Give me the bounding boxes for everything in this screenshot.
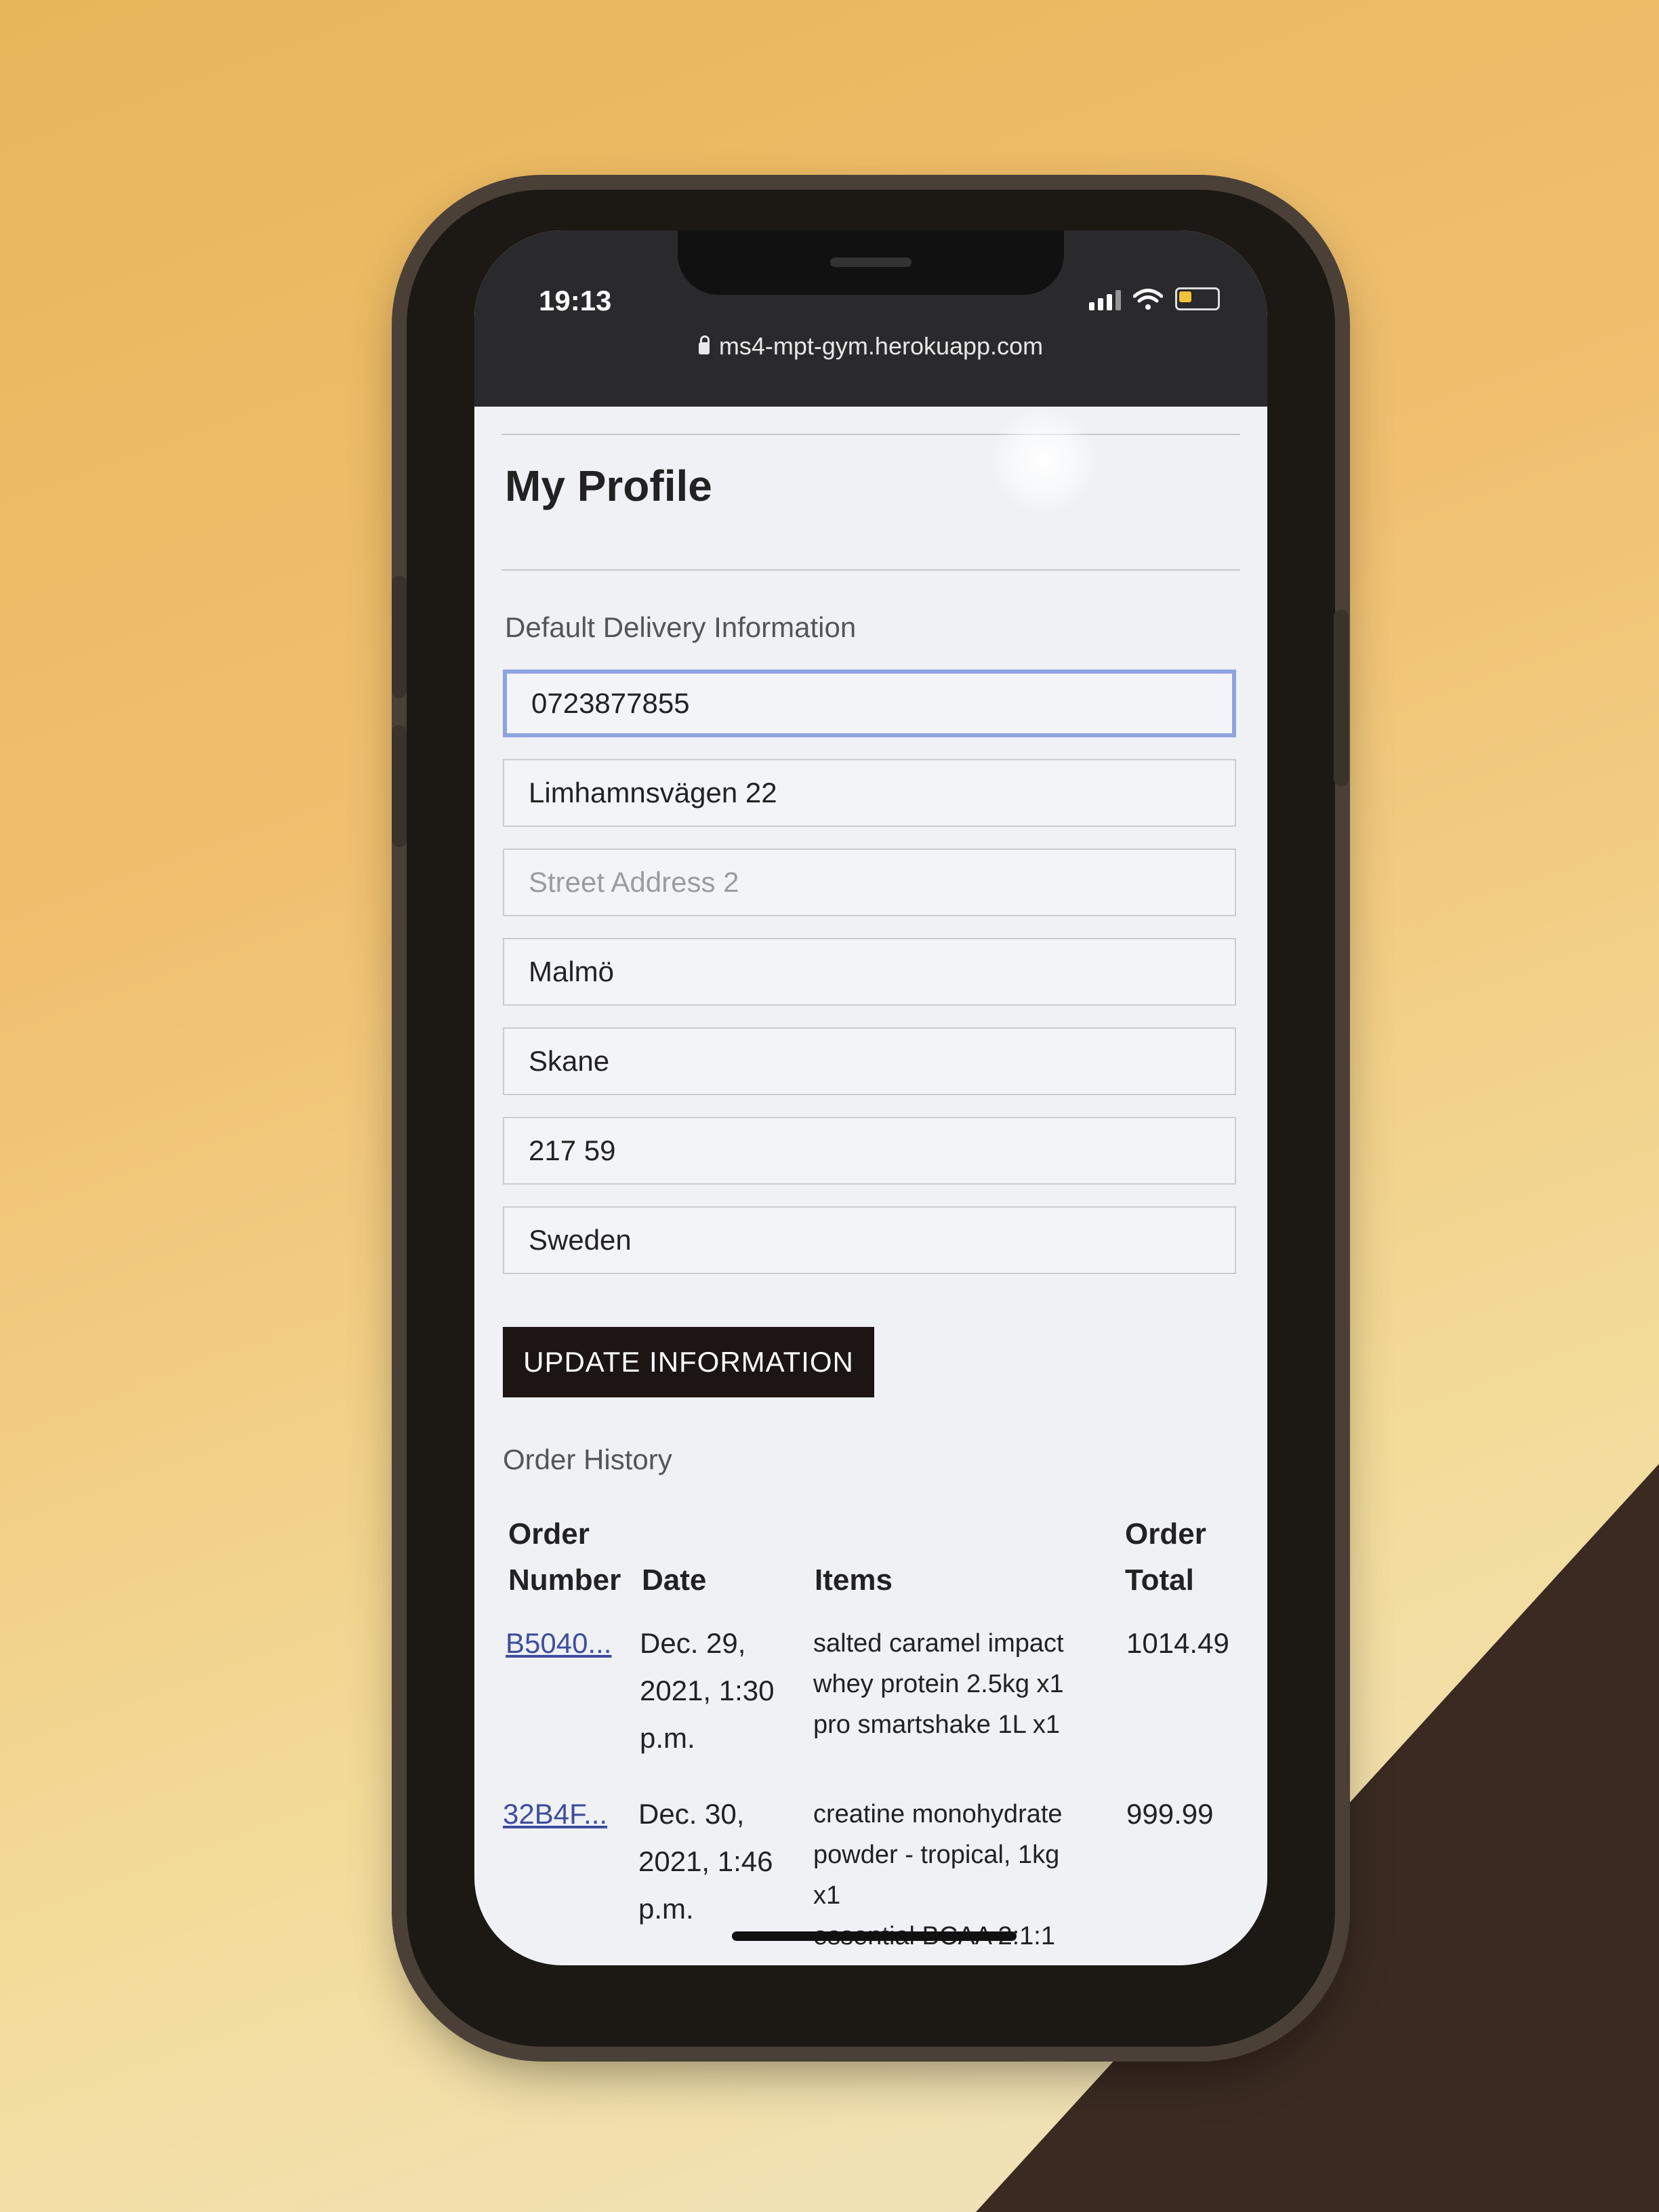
status-icons [1089,287,1220,310]
divider [501,434,1240,435]
order-item-line: pro smartshake 1L x1 [813,1711,1060,1739]
header-order-number-2: Number [508,1563,621,1597]
signal-icon [1089,290,1121,310]
county-field[interactable] [503,1027,1236,1095]
battery-icon [1175,287,1220,310]
street-address-2-field[interactable] [503,848,1236,916]
browser-status-bar: 19:13 ms4-mpt-gym.herokuapp.com [474,230,1267,407]
divider [501,569,1240,571]
header-order-total-1: Order [1125,1517,1206,1551]
phone-side-button [392,576,407,698]
order-date-line: Dec. 29, [640,1627,746,1659]
header-order-total-2: Total [1125,1563,1194,1597]
order-history-label: Order History [503,1443,672,1475]
phone-screen: 19:13 ms4-mpt-gym.herokuapp.com My Profi… [474,230,1267,1965]
order-total: 1014.49 [1126,1627,1229,1659]
wifi-icon [1133,289,1163,310]
phone-power-button [1334,610,1349,786]
lock-icon [698,335,710,354]
order-date-line: p.m. [640,1722,695,1754]
order-item-line: powder - tropical, 1kg [813,1841,1060,1869]
order-date-line: p.m. [638,1893,694,1925]
table-row: B5040... Dec. 29, 2021, 1:30 p.m. salted… [503,1620,1248,1782]
home-indicator[interactable] [732,1931,1017,1941]
country-field[interactable] [503,1206,1236,1274]
order-date-line: 2021, 1:46 [638,1845,773,1877]
update-information-button[interactable]: UPDATE INFORMATION [503,1327,874,1397]
order-total: 999.99 [1126,1798,1214,1830]
order-date-line: Dec. 30, [638,1798,745,1830]
header-date: Date [642,1563,707,1597]
speaker-grille [830,258,912,267]
postcode-field[interactable] [503,1117,1236,1185]
order-number-link[interactable]: B5040... [506,1620,611,1667]
url-text: ms4-mpt-gym.herokuapp.com [718,332,1044,360]
order-number-link[interactable]: 32B4F... [503,1790,607,1838]
phone-side-button [392,725,407,847]
status-time: 19:13 [539,285,612,316]
phone-number-field[interactable] [503,670,1236,737]
page-title: My Profile [505,462,712,510]
order-date-line: 2021, 1:30 [640,1675,775,1706]
town-city-field[interactable] [503,938,1236,1006]
header-items: Items [815,1563,893,1597]
screen-glare [989,407,1098,515]
delivery-section-label: Default Delivery Information [505,611,857,643]
header-order-number-1: Order [508,1517,590,1551]
address-bar[interactable]: ms4-mpt-gym.herokuapp.com [474,332,1267,361]
street-address-1-field[interactable] [503,759,1236,827]
